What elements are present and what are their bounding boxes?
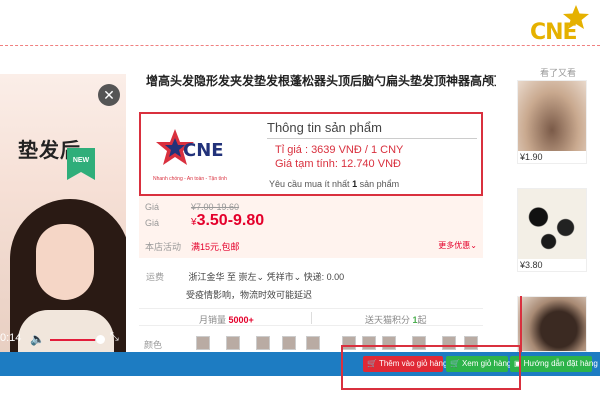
order-guide-button[interactable]: ▣ Hướng dẫn đặt hàng: [510, 356, 598, 372]
chevron-down-icon: ⌄: [470, 241, 477, 250]
color-thumb[interactable]: [306, 336, 320, 350]
color-thumb[interactable]: [412, 336, 426, 350]
color-thumb[interactable]: [342, 336, 356, 350]
fullscreen-icon[interactable]: ⤡: [110, 331, 119, 344]
guide-icon: ▣: [514, 359, 522, 368]
old-price-label: Giá: [145, 202, 160, 212]
volume-icon[interactable]: 🔈: [30, 332, 45, 346]
view-cart-button[interactable]: 🛒 Xem giỏ hàng: [446, 356, 512, 372]
shipping-fee: 快递: 0.00: [303, 272, 345, 282]
product-title: 增高头发隐形发夹发垫发根蓬松器头顶后脑勺扁头垫发顶神器高颅顶: [146, 74, 496, 88]
chevron-down-icon: ⌄: [293, 272, 302, 282]
top-header: CNE: [0, 0, 600, 46]
color-thumb[interactable]: [196, 336, 210, 350]
new-badge-icon: NEW: [67, 148, 95, 180]
also-viewed-heading: 看了又看: [540, 68, 577, 78]
info-divider: [267, 138, 477, 139]
cart-icon: 🛒: [367, 359, 377, 368]
price-range: 3.50-9.80: [196, 212, 265, 229]
price-label: Giá: [145, 218, 160, 228]
price-box: Giá ¥7.00-19.60 Giá ¥3.50-9.80 本店活动 满15元…: [139, 196, 483, 258]
color-thumb[interactable]: [382, 336, 396, 350]
video-progress-fill: [50, 339, 95, 341]
product-thumbnail: [518, 189, 586, 259]
also-viewed-item[interactable]: [517, 296, 587, 352]
more-offers-link[interactable]: 更多优惠⌄: [438, 240, 477, 251]
cart-icon: 🛒: [450, 359, 460, 368]
also-viewed-item[interactable]: ¥3.80: [517, 188, 587, 272]
cne-info-logo: CNE Nhanh chóng - An toàn - Tận tình: [153, 124, 237, 188]
more-offers-label: 更多优惠: [438, 241, 471, 250]
monthly-sales: 月销量 5000+: [199, 313, 254, 326]
highlight-line: [520, 296, 522, 352]
model-face: [36, 224, 94, 300]
info-logo-text: CNE: [183, 140, 224, 161]
estimated-price: Giá tạm tính: 12.740 VNĐ: [275, 158, 401, 170]
video-progress-track[interactable]: [50, 339, 100, 341]
promo-text: 满15元,包邮: [191, 242, 240, 252]
close-video-icon[interactable]: ✕: [98, 84, 120, 106]
stats-divider: [311, 312, 312, 324]
tmall-points-unit: 起: [417, 315, 427, 325]
new-badge-text: NEW: [73, 157, 90, 164]
video-controls: 0:14 🔈 ⤡: [0, 330, 126, 350]
min-order-suffix: sản phẩm: [359, 179, 400, 189]
color-thumb[interactable]: [362, 336, 376, 350]
shipping-label: 运费: [146, 272, 165, 282]
shipping-route: 浙江金华 至 崇左: [188, 272, 257, 282]
min-order-note: Yêu cầu mua ít nhất 1 sản phẩm: [269, 179, 399, 189]
cne-logo[interactable]: CNE: [528, 4, 592, 48]
tmall-points: 送天猫积分 1起: [365, 313, 427, 326]
color-thumb[interactable]: [442, 336, 456, 350]
min-order-prefix: Yêu cầu mua ít nhất: [269, 179, 350, 189]
item-price: ¥3.80: [520, 260, 543, 270]
exchange-rate: Tỉ giá : 3639 VNĐ / 1 CNY: [275, 144, 404, 156]
order-guide-label: Hướng dẫn đặt hàng: [523, 359, 598, 368]
shipping-row: 运费 浙江金华 至 崇左⌄ 凭祥市⌄ 快递: 0.00: [146, 270, 344, 283]
product-info-box: CNE Nhanh chóng - An toàn - Tận tình Thô…: [139, 112, 483, 196]
product-thumbnail: [518, 297, 586, 351]
item-price: ¥1.90: [520, 152, 543, 162]
color-thumb[interactable]: [464, 336, 478, 350]
stats-row: 月销量 5000+ 送天猫积分 1起: [139, 308, 483, 326]
video-progress-knob[interactable]: [96, 335, 105, 344]
add-to-cart-button[interactable]: 🛒 Thêm vào giỏ hàng: [363, 356, 447, 372]
product-thumbnail: [518, 81, 586, 151]
tmall-points-label: 送天猫积分: [365, 315, 411, 325]
video-time: 0:14: [0, 332, 22, 344]
info-logo-tagline: Nhanh chóng - An toàn - Tận tình: [153, 176, 227, 182]
min-order-qty: 1: [352, 179, 358, 189]
shipping-note: 受疫情影响，物流时效可能延迟: [186, 290, 313, 300]
info-heading: Thông tin sản phẩm: [267, 120, 382, 135]
star-icon: [563, 5, 589, 29]
monthly-sales-label: 月销量: [199, 315, 227, 325]
color-label: 颜色: [144, 340, 163, 350]
product-video[interactable]: 垫发后 NEW ✕: [0, 74, 126, 354]
chevron-down-icon: ⌄: [256, 272, 265, 282]
color-thumb[interactable]: [226, 336, 240, 350]
view-cart-label: Xem giỏ hàng: [461, 359, 512, 368]
old-price: ¥7.00-19.60: [191, 202, 240, 212]
monthly-sales-value: 5000+: [228, 315, 254, 325]
also-viewed-item[interactable]: ¥1.90: [517, 80, 587, 164]
add-to-cart-label: Thêm vào giỏ hàng: [378, 359, 448, 368]
color-thumb[interactable]: [282, 336, 296, 350]
shipping-route-sub[interactable]: 凭祥市: [267, 272, 294, 282]
promo-label: 本店活动: [145, 242, 182, 252]
current-price: ¥3.50-9.80: [191, 212, 264, 230]
color-thumb[interactable]: [256, 336, 270, 350]
